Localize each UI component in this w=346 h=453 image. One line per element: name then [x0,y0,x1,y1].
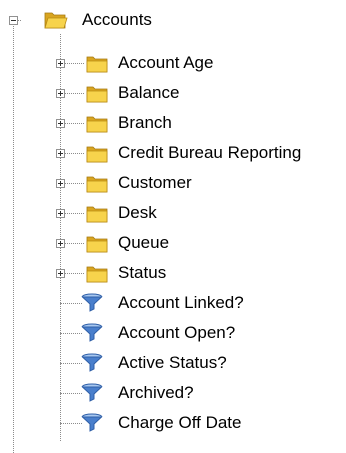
node-label: Branch [118,113,172,132]
node-label: Account Age [118,53,214,72]
folder-icon [85,263,109,289]
node-label: Desk [118,203,157,222]
node-label: Status [118,263,167,282]
node-label: Archived? [118,383,194,402]
node-label: Account Linked? [118,293,244,312]
node-label: Account Open? [118,323,236,342]
folder-icon [85,113,109,139]
expand-toggle-queue[interactable] [56,239,65,248]
expand-toggle-status[interactable] [56,269,65,278]
node-label: Queue [118,233,170,252]
tree-node-credit-bureau-reporting[interactable]: Credit Bureau Reporting [0,138,346,168]
tree-node-queue[interactable]: Queue [0,228,346,258]
tree-node-balance[interactable]: Balance [0,78,346,108]
tree-node-branch[interactable]: Branch [0,108,346,138]
folder-icon [85,53,109,79]
folder-icon [85,143,109,169]
filter-icon [81,353,103,378]
folder-open-icon [43,9,69,36]
collapse-toggle-accounts[interactable] [9,16,18,25]
node-label: Balance [118,83,180,102]
folder-icon [85,233,109,259]
folder-icon [85,203,109,229]
branch-line [60,303,82,304]
expand-toggle-credit-bureau-reporting[interactable] [56,149,65,158]
tree-node-accounts[interactable]: Accounts [0,5,346,35]
expand-toggle-account-age[interactable] [56,59,65,68]
tree-node-customer[interactable]: Customer [0,168,346,198]
expand-toggle-desk[interactable] [56,209,65,218]
branch-line [60,363,82,364]
tree-node-archived[interactable]: Archived? [0,378,346,408]
branch-line [60,393,82,394]
tree-node-account-open[interactable]: Account Open? [0,318,346,348]
filter-icon [81,293,103,318]
folder-icon [85,83,109,109]
node-label: Charge Off Date [118,413,242,432]
tree-node-active-status[interactable]: Active Status? [0,348,346,378]
tree-node-charge-off-date[interactable]: Charge Off Date [0,408,346,438]
tree-node-account-age[interactable]: Account Age [0,48,346,78]
accounts-tree: Accounts Account Age Balance Branch Credit … [0,0,346,453]
filter-icon [81,383,103,408]
expand-toggle-customer[interactable] [56,179,65,188]
folder-icon [85,173,109,199]
expand-toggle-branch[interactable] [56,119,65,128]
filter-icon [81,323,103,348]
branch-line [60,333,82,334]
expand-toggle-balance[interactable] [56,89,65,98]
tree-node-status[interactable]: Status [0,258,346,288]
node-label-accounts: Accounts [82,10,152,29]
filter-icon [81,413,103,438]
node-label: Active Status? [118,353,227,372]
node-label: Credit Bureau Reporting [118,143,302,162]
branch-line [60,423,82,424]
tree-node-desk[interactable]: Desk [0,198,346,228]
tree-node-account-linked[interactable]: Account Linked? [0,288,346,318]
node-label: Customer [118,173,192,192]
